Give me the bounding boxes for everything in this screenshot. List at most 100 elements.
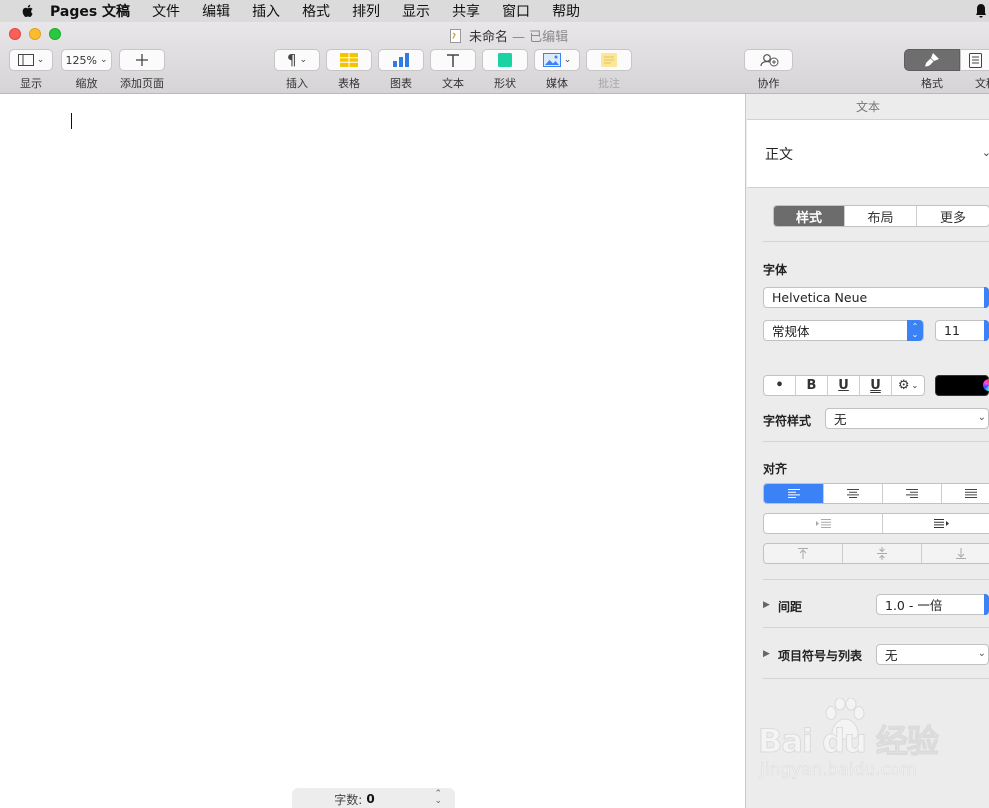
zoom-select[interactable]: 125% ⌄ bbox=[61, 49, 112, 71]
zoom-label: 缩放 bbox=[75, 77, 98, 90]
menu-share[interactable]: 共享 bbox=[452, 1, 480, 21]
toolbar-collaborate: 协作 bbox=[744, 49, 793, 91]
indent-buttons bbox=[763, 513, 989, 534]
typeface-select[interactable]: 常规体 ⌃ ⌄ bbox=[763, 320, 924, 341]
format-inspector-button[interactable] bbox=[904, 49, 960, 71]
paintbrush-icon bbox=[925, 53, 939, 67]
fullscreen-window-button[interactable] bbox=[49, 28, 61, 40]
paragraph-style-select[interactable]: 正文 ⌄ bbox=[747, 120, 989, 188]
toolbar-insert: ¶ ⌄ 插入 bbox=[274, 49, 320, 91]
apple-menu-icon[interactable] bbox=[20, 3, 36, 19]
menu-view[interactable]: 显示 bbox=[402, 1, 430, 21]
chevron-down-icon: ⌄ bbox=[977, 412, 986, 423]
shape-button[interactable] bbox=[482, 49, 528, 71]
increase-indent-button[interactable] bbox=[883, 514, 989, 533]
align-left-button[interactable] bbox=[764, 484, 824, 503]
word-count-value: 0 bbox=[366, 792, 375, 806]
bullets-label[interactable]: 项目符号与列表 bbox=[778, 647, 862, 664]
shape-icon bbox=[498, 53, 512, 67]
paragraph-style-value: 正文 bbox=[765, 146, 793, 163]
font-size-field[interactable]: 11 bbox=[935, 320, 989, 341]
align-right-button[interactable] bbox=[883, 484, 942, 503]
document-inspector-button[interactable] bbox=[960, 49, 989, 71]
align-justify-icon bbox=[965, 489, 977, 498]
word-count-bar[interactable]: 字数: 0 ⌃ ⌄ bbox=[292, 788, 455, 808]
word-count-label: 字数: bbox=[334, 792, 363, 807]
plus-icon bbox=[136, 54, 148, 66]
image-icon bbox=[542, 53, 561, 67]
inspector-header: 文本 bbox=[747, 94, 989, 120]
valign-top-button[interactable] bbox=[764, 544, 843, 563]
document-state: — 已编辑 bbox=[512, 30, 569, 45]
menu-insert[interactable]: 插入 bbox=[252, 1, 280, 21]
tab-layout[interactable]: 布局 bbox=[845, 206, 917, 226]
bullet-style-button[interactable]: • bbox=[764, 376, 796, 395]
menu-file[interactable]: 文件 bbox=[152, 1, 180, 21]
comment-button[interactable] bbox=[586, 49, 632, 71]
chevron-down-icon: ⌄ bbox=[563, 55, 572, 65]
menu-format[interactable]: 格式 bbox=[302, 1, 330, 21]
menu-arrange[interactable]: 排列 bbox=[352, 1, 380, 21]
updown-chevron-icon: ⌃ ⌄ bbox=[907, 320, 923, 341]
valign-bottom-button[interactable] bbox=[922, 544, 989, 563]
media-button[interactable]: ⌄ bbox=[534, 49, 580, 71]
close-window-button[interactable] bbox=[9, 28, 21, 40]
chevron-down-icon: ⌄ bbox=[911, 381, 919, 390]
menu-window[interactable]: 窗口 bbox=[502, 1, 530, 21]
toolbar-format: 格式 bbox=[904, 49, 960, 91]
table-icon bbox=[340, 53, 358, 67]
collaborate-button[interactable] bbox=[744, 49, 793, 71]
popup-arrow-icon bbox=[984, 287, 989, 308]
toolbar-table: 表格 bbox=[326, 49, 372, 91]
add-page-label: 添加页面 bbox=[120, 77, 164, 90]
spacing-label[interactable]: 间距 bbox=[778, 598, 802, 615]
tab-more[interactable]: 更多 bbox=[917, 206, 989, 226]
toolbar-document: 文稿 bbox=[960, 49, 989, 91]
zoom-value: 125% bbox=[65, 53, 97, 67]
insert-button[interactable]: ¶ ⌄ bbox=[274, 49, 320, 71]
table-button[interactable] bbox=[326, 49, 372, 71]
minimize-window-button[interactable] bbox=[29, 28, 41, 40]
char-style-label: 字符样式 bbox=[763, 414, 812, 428]
toolbar-chart: 图表 bbox=[378, 49, 424, 91]
disclosure-triangle-icon[interactable]: ▶ bbox=[763, 649, 770, 659]
text-options-button[interactable]: ⚙ ⌄ bbox=[892, 376, 924, 395]
pilcrow-icon: ¶ bbox=[286, 51, 297, 69]
menu-app[interactable]: Pages 文稿 bbox=[50, 1, 130, 21]
shape-label: 形状 bbox=[494, 77, 516, 90]
chevron-down-icon: ⌄ bbox=[99, 55, 108, 65]
color-wheel-icon[interactable] bbox=[983, 379, 989, 391]
comment-label: 批注 bbox=[598, 77, 620, 90]
decrease-indent-button[interactable] bbox=[764, 514, 883, 533]
updown-chevron-icon[interactable]: ⌃ ⌄ bbox=[434, 790, 442, 806]
align-section-title: 对齐 bbox=[763, 462, 788, 476]
menu-edit[interactable]: 编辑 bbox=[202, 1, 230, 21]
bold-button[interactable]: B bbox=[796, 376, 828, 395]
chart-button[interactable] bbox=[378, 49, 424, 71]
char-style-select[interactable]: 无 ⌄ bbox=[825, 408, 989, 429]
add-page-button[interactable] bbox=[119, 49, 165, 71]
double-underline-button[interactable]: U bbox=[860, 376, 892, 395]
disclosure-triangle-icon[interactable]: ▶ bbox=[763, 600, 770, 610]
text-cursor bbox=[71, 113, 72, 129]
text-box-button[interactable] bbox=[430, 49, 476, 71]
align-justify-button[interactable] bbox=[942, 484, 989, 503]
spacing-select[interactable]: 1.0 - 一倍 bbox=[876, 594, 989, 615]
notification-bell-icon[interactable] bbox=[975, 3, 987, 19]
underline-button[interactable]: U bbox=[828, 376, 860, 395]
window-title: 未命名 — 已编辑 bbox=[450, 26, 568, 45]
align-center-button[interactable] bbox=[824, 484, 883, 503]
toolbar-text: 文本 bbox=[430, 49, 476, 91]
bullets-select[interactable]: 无 ⌄ bbox=[876, 644, 989, 665]
menu-help[interactable]: 帮助 bbox=[552, 1, 580, 21]
tab-style[interactable]: 样式 bbox=[774, 206, 845, 226]
document-canvas[interactable]: 字数: 0 ⌃ ⌄ bbox=[0, 94, 746, 808]
align-right-icon bbox=[906, 489, 918, 498]
view-button[interactable]: ⌄ bbox=[9, 49, 53, 71]
pages-window: 未命名 — 已编辑 ⌄ 显示 125% ⌄ 缩放 添加页面 ¶ ⌄ 插入 表格 … bbox=[0, 22, 989, 808]
text-color-well[interactable] bbox=[935, 375, 989, 396]
align-left-icon bbox=[787, 489, 800, 498]
valign-middle-button[interactable] bbox=[843, 544, 922, 563]
font-family-select[interactable]: Helvetica Neue bbox=[763, 287, 989, 308]
menubar: Pages 文稿 文件 编辑 插入 格式 排列 显示 共享 窗口 帮助 bbox=[0, 0, 989, 22]
